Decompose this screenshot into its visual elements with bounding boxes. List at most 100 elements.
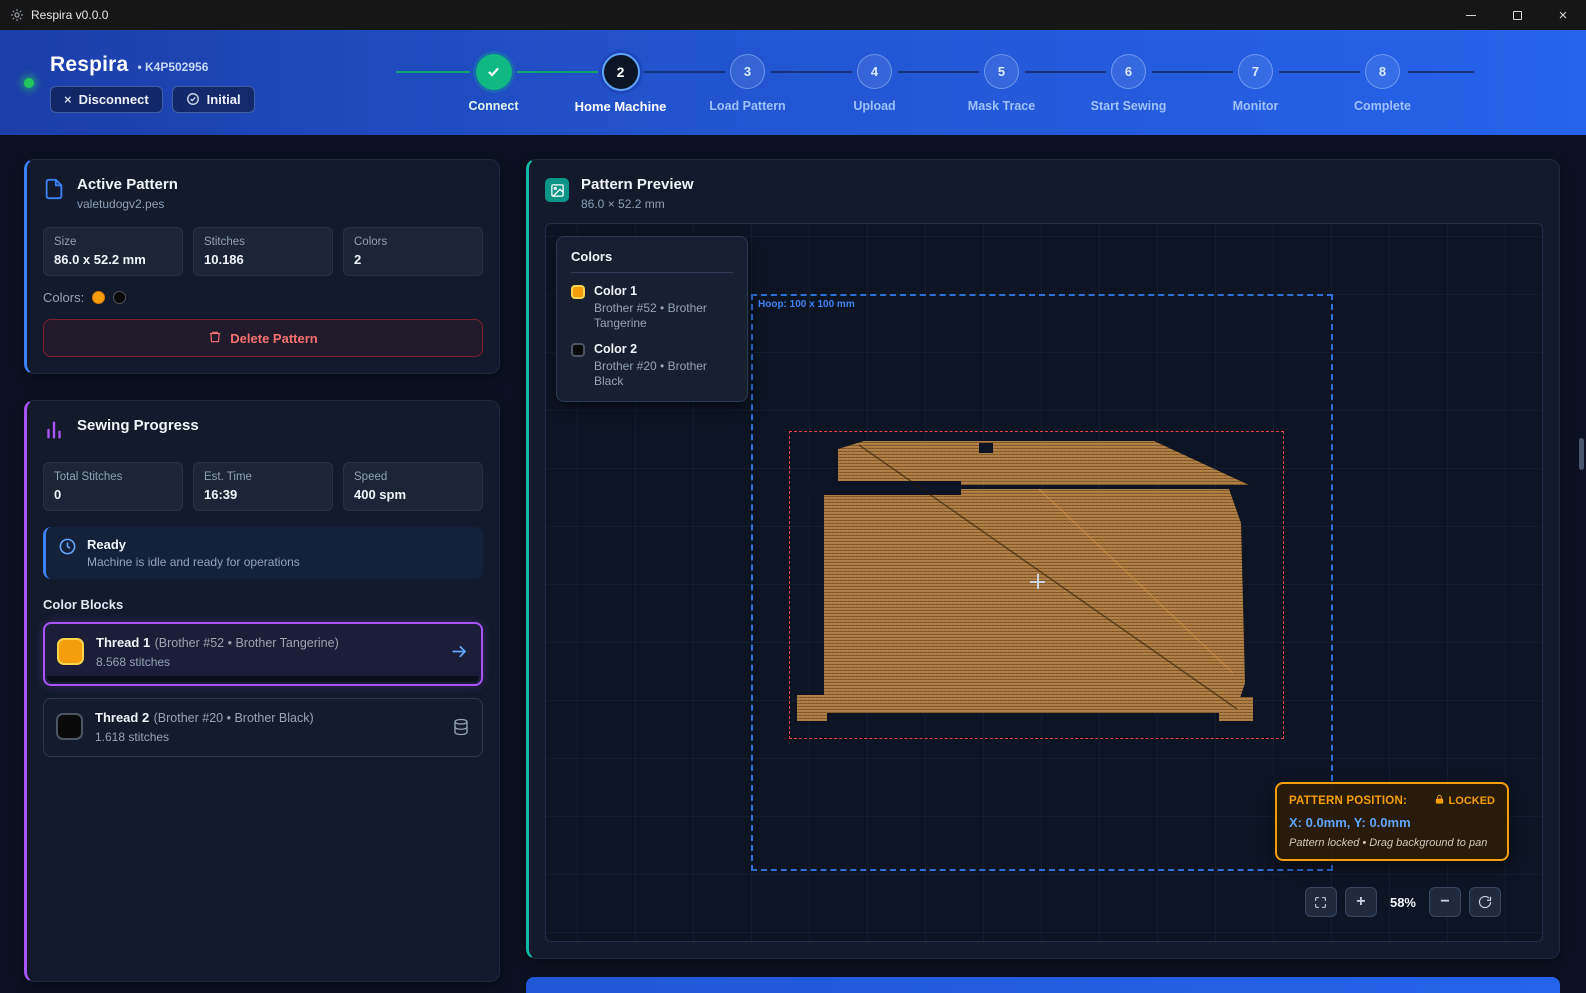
pattern-position-panel: PATTERN POSITION: LOCKED X: 0.0mm, Y: 0.… xyxy=(1275,782,1509,861)
thread-1-progress-bar xyxy=(47,676,479,682)
thread-2-name: Thread 2 xyxy=(95,710,149,725)
thread-2-stitches: 1.618 stitches xyxy=(95,730,440,744)
step-complete-circle: 8 xyxy=(1365,54,1400,89)
thread-1-swatch xyxy=(57,638,84,665)
thread-2-swatch xyxy=(56,713,83,740)
pattern-preview-title: Pattern Preview xyxy=(581,176,694,193)
delete-pattern-button[interactable]: Delete Pattern xyxy=(43,319,483,357)
x-icon: × xyxy=(64,93,72,106)
step-complete[interactable]: 8 Complete xyxy=(1319,52,1446,114)
initial-button[interactable]: Initial xyxy=(172,86,255,113)
workflow-stepper: Connect 2 Home Machine 3 Load Pattern 4 … xyxy=(430,52,1446,114)
disconnect-button[interactable]: × Disconnect xyxy=(50,86,163,113)
minimize-button[interactable] xyxy=(1448,0,1494,30)
sewing-progress-title: Sewing Progress xyxy=(77,417,199,434)
thread-1-row[interactable]: Thread 1 (Brother #52 • Brother Tangerin… xyxy=(43,622,483,686)
step-monitor[interactable]: 7 Monitor xyxy=(1192,52,1319,114)
preview-canvas[interactable]: Colors Color 1 Brother #52 • Brother Tan… xyxy=(545,223,1543,942)
step-start-sewing-label: Start Sewing xyxy=(1091,99,1167,113)
reset-zoom-button[interactable] xyxy=(1469,887,1501,917)
stat-label: Stitches xyxy=(204,236,322,248)
check-circle-icon xyxy=(186,92,200,106)
step-complete-label: Complete xyxy=(1354,99,1411,113)
stat-value: 10.186 xyxy=(204,252,322,267)
thread-1-name: Thread 1 xyxy=(96,635,150,650)
step-upload-label: Upload xyxy=(853,99,895,113)
stat-total-stitches: Total Stitches 0 xyxy=(43,462,183,511)
step-monitor-label: Monitor xyxy=(1233,99,1279,113)
bottom-action-bar[interactable] xyxy=(526,977,1560,993)
legend-item-color-2: Color 2 Brother #20 • Brother Black xyxy=(571,342,733,389)
legend-swatch-black xyxy=(571,343,585,357)
step-start-sewing[interactable]: 6 Start Sewing xyxy=(1065,52,1192,114)
zoom-controls: + 58% − xyxy=(1305,887,1501,917)
step-load-pattern-label: Load Pattern xyxy=(709,99,785,113)
zoom-in-button[interactable]: + xyxy=(1345,887,1377,917)
machine-status-banner: Ready Machine is idle and ready for oper… xyxy=(43,527,483,579)
arrow-right-icon xyxy=(450,642,469,661)
locked-badge[interactable]: LOCKED xyxy=(1434,794,1495,808)
hoop-label: Hoop: 100 x 100 mm xyxy=(758,299,855,310)
minus-icon: − xyxy=(1440,893,1449,911)
step-load-pattern-circle: 3 xyxy=(730,54,765,89)
thread-2-row[interactable]: Thread 2 (Brother #20 • Brother Black) 1… xyxy=(43,698,483,757)
step-start-sewing-circle: 6 xyxy=(1111,54,1146,89)
app-window: Respira v0.0.0 × Respira • K4P502956 × D… xyxy=(0,0,1586,993)
stat-est-time: Est. Time 16:39 xyxy=(193,462,333,511)
colors-legend-panel: Colors Color 1 Brother #52 • Brother Tan… xyxy=(556,236,748,402)
plus-icon: + xyxy=(1356,893,1365,911)
close-icon: × xyxy=(1559,7,1568,24)
pattern-dimensions: 86.0 × 52.2 mm xyxy=(581,197,694,211)
reset-zoom-icon xyxy=(1478,895,1492,909)
legend-title: Colors xyxy=(571,249,733,273)
window-title: Respira v0.0.0 xyxy=(31,8,108,22)
active-pattern-card: Active Pattern valetudogv2.pes Size 86.0… xyxy=(24,159,500,374)
trash-icon xyxy=(208,330,222,347)
bar-chart-icon xyxy=(43,419,65,446)
step-mask-trace-circle: 5 xyxy=(984,54,1019,89)
step-number: 3 xyxy=(744,64,751,79)
legend-color-name: Color 2 xyxy=(594,342,733,356)
step-connect-circle xyxy=(476,54,512,90)
pattern-preview-card: Pattern Preview 86.0 × 52.2 mm Colors Co… xyxy=(526,159,1560,959)
colors-label: Colors: xyxy=(43,290,84,305)
pattern-coordinates: X: 0.0mm, Y: 0.0mm xyxy=(1289,815,1495,830)
app-icon xyxy=(10,8,24,22)
step-number: 4 xyxy=(871,64,878,79)
locked-label: LOCKED xyxy=(1449,795,1495,807)
pattern-filename: valetudogv2.pes xyxy=(77,197,178,211)
close-button[interactable]: × xyxy=(1540,0,1586,30)
stat-label: Size xyxy=(54,236,172,248)
header: Respira • K4P502956 × Disconnect Initial xyxy=(0,30,1586,135)
stat-label: Speed xyxy=(354,471,472,483)
stat-label: Colors xyxy=(354,236,472,248)
maximize-icon xyxy=(1513,11,1522,20)
initial-label: Initial xyxy=(207,92,241,107)
status-description: Machine is idle and ready for operations xyxy=(87,555,300,569)
step-mask-trace[interactable]: 5 Mask Trace xyxy=(938,52,1065,114)
fit-view-button[interactable] xyxy=(1305,887,1337,917)
color-dot-orange xyxy=(92,291,105,304)
zoom-out-button[interactable]: − xyxy=(1429,887,1461,917)
legend-color-name: Color 1 xyxy=(594,284,733,298)
step-number: 8 xyxy=(1379,64,1386,79)
minimize-icon xyxy=(1466,15,1476,16)
step-connect[interactable]: Connect xyxy=(430,52,557,114)
step-number: 7 xyxy=(1252,64,1259,79)
maximize-button[interactable] xyxy=(1494,0,1540,30)
step-home-machine-circle: 2 xyxy=(602,53,640,91)
delete-pattern-label: Delete Pattern xyxy=(230,331,317,346)
step-load-pattern[interactable]: 3 Load Pattern xyxy=(684,52,811,114)
step-upload[interactable]: 4 Upload xyxy=(811,52,938,114)
color-blocks-label: Color Blocks xyxy=(43,597,483,612)
scrollbar-thumb[interactable] xyxy=(1579,438,1584,470)
stat-value: 86.0 x 52.2 mm xyxy=(54,252,172,267)
zoom-level: 58% xyxy=(1390,895,1416,910)
clock-icon xyxy=(58,537,77,561)
step-number: 5 xyxy=(998,64,1005,79)
document-icon xyxy=(43,178,65,211)
fit-view-icon xyxy=(1314,896,1327,909)
layers-icon xyxy=(452,718,470,736)
step-number: 6 xyxy=(1125,64,1132,79)
step-home-machine[interactable]: 2 Home Machine xyxy=(557,52,684,114)
